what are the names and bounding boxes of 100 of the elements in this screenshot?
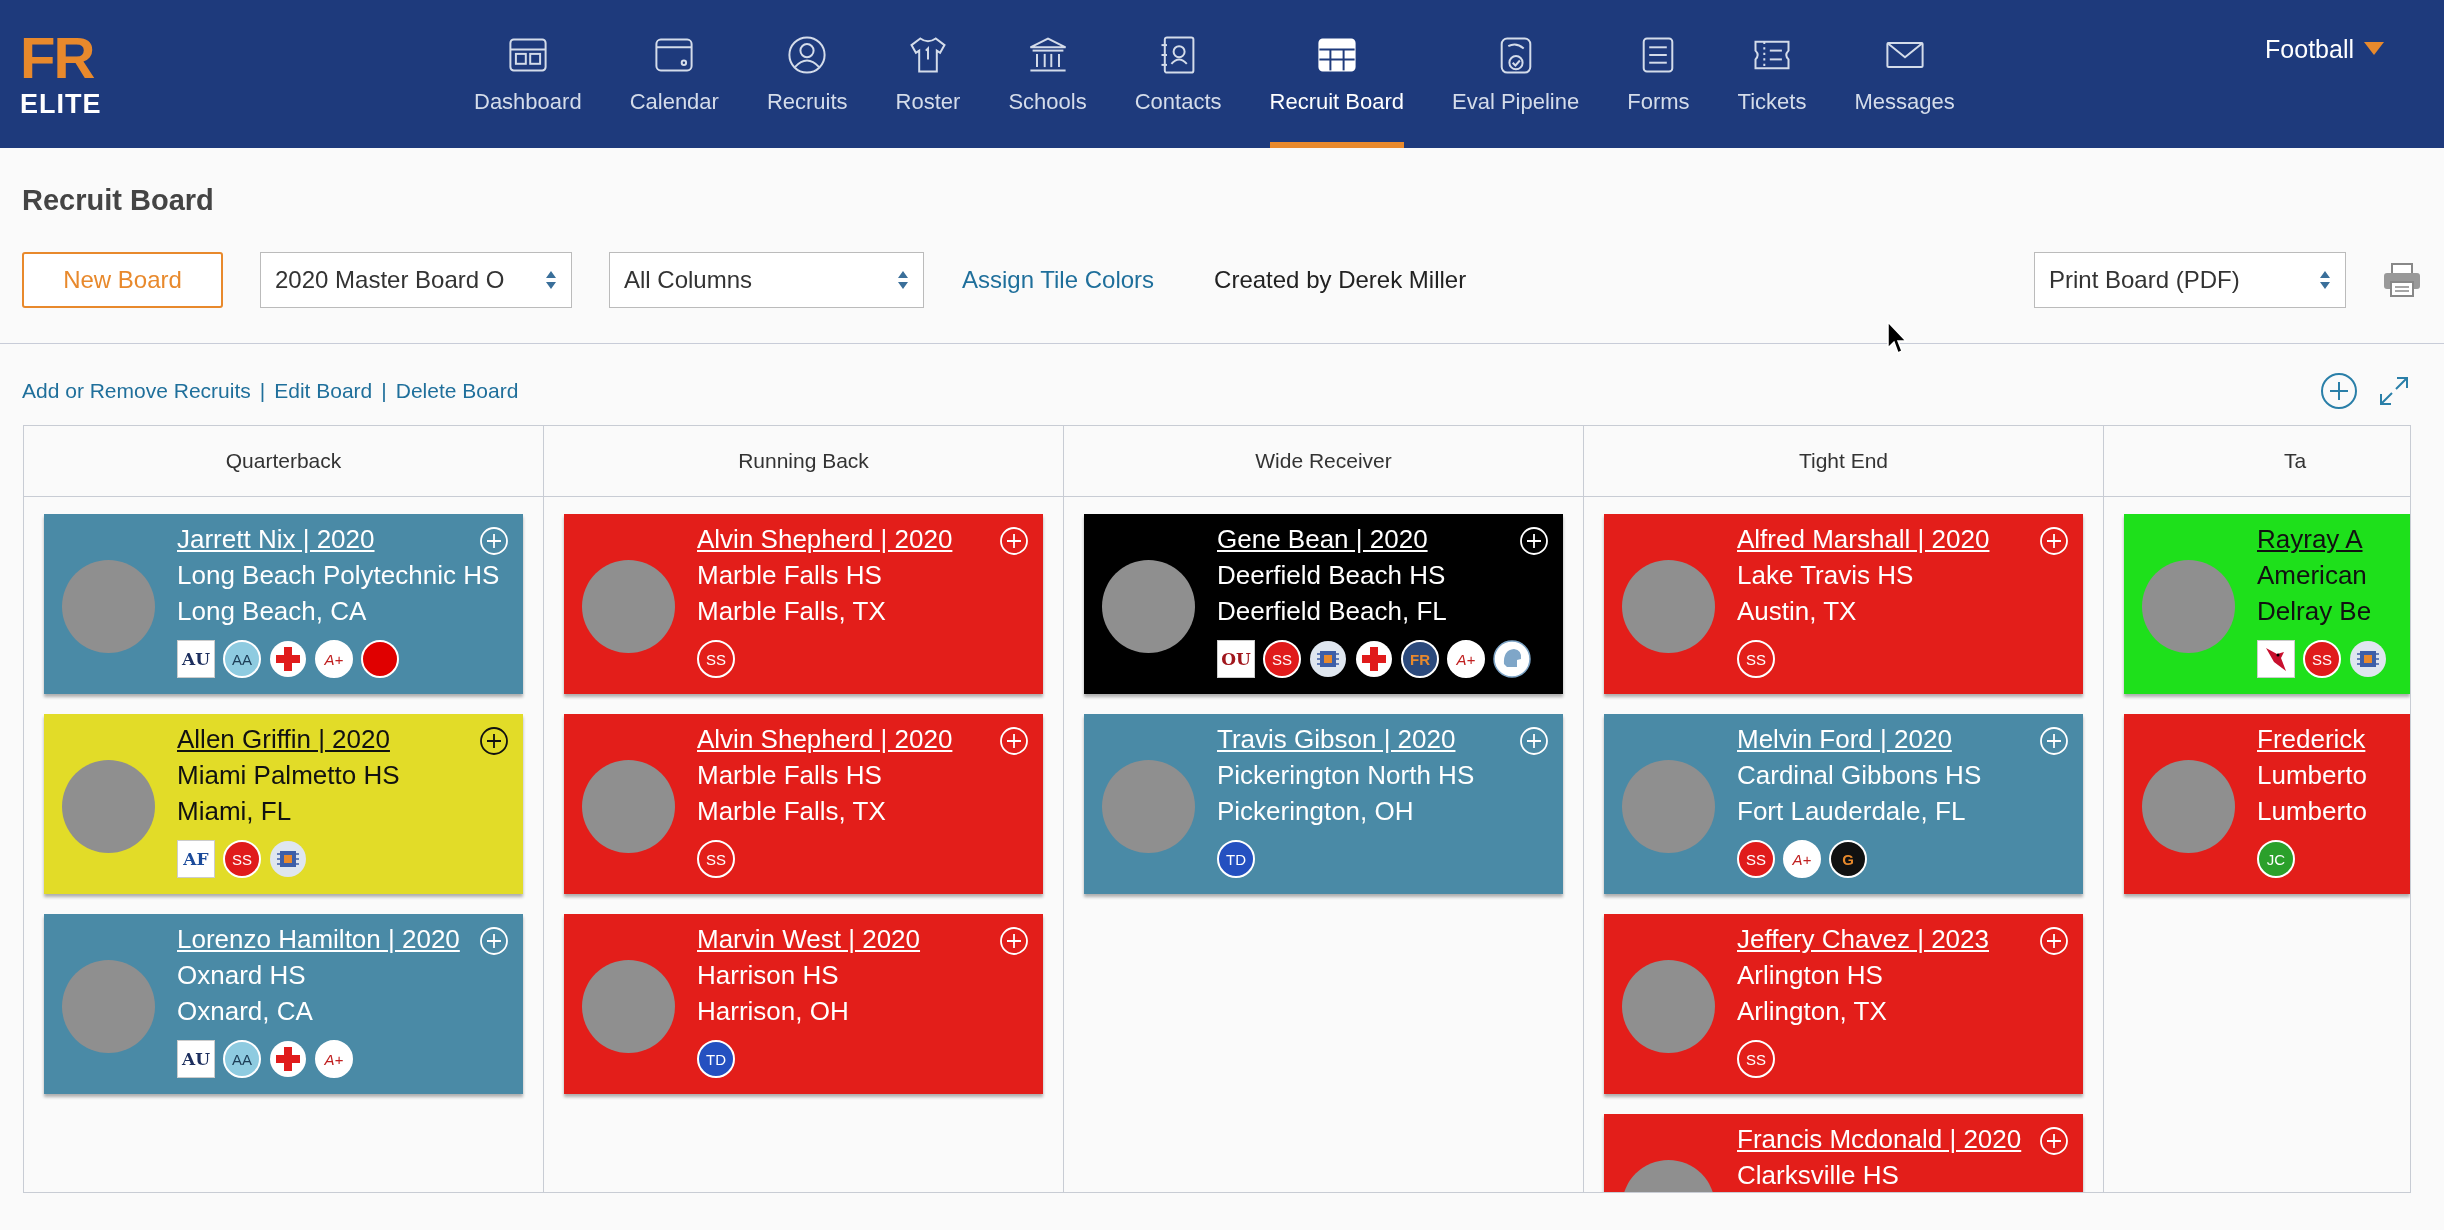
caret-icon [2364,42,2384,56]
recruit-name-link[interactable]: Gene Bean | 2020 [1217,521,1428,557]
initials-badge: SS [1737,1040,1775,1078]
initials-badge: SS [1737,640,1775,678]
column-header: Quarterback [225,449,342,473]
school-text: Lumberto [2257,759,2367,792]
city-text: Delray Be [2257,595,2372,628]
sort-caret-icon [545,270,557,290]
page-title: Recruit Board [21,183,215,217]
recruit-name-link[interactable]: Rayray A [2257,521,2363,557]
created-by-text: Created by Derek Miller [1214,266,1467,294]
columns-select[interactable]: All Columns [609,252,924,308]
grade-badge: A+ [1783,840,1821,878]
recruit-name-link[interactable]: Alfred Marshall | 2020 [1737,521,1990,557]
nav-tab[interactable]: Eval Pipeline [1452,0,1580,148]
initials-badge: SS [697,840,735,878]
city-text: Deerfield Beach, FL [1217,595,1447,628]
recruit-name-link[interactable]: Jarrett Nix | 2020 [177,521,375,557]
recruit-card[interactable]: Gene Bean | 2020 Deerfield Beach HS Deerfield Beach, FL OU SS FR A+ [1084,514,1563,694]
sort-caret-icon [897,270,909,290]
nav-tab[interactable]: Forms [1627,0,1690,148]
nav-tab[interactable]: Contacts [1134,0,1222,148]
cross-icon [269,1040,307,1078]
recruit-card[interactable]: Melvin Ford | 2020 Cardinal Gibbons HS Fort Lauderdale, FL SS A+ G [1604,714,2083,894]
team-logo: AF [177,840,215,878]
school-text: Clarksville HS [1737,1159,1899,1192]
recruit-name-link[interactable]: Alvin Shepherd | 2020 [697,721,953,757]
initials-badge: SS [1737,840,1775,878]
board-link[interactable]: Edit Board [274,379,373,403]
initials-badge: AA [223,640,261,678]
city-text: Long Beach, CA [177,595,367,628]
recruit-name-link[interactable]: Marvin West | 2020 [697,921,921,957]
add-circle-icon[interactable] [479,726,509,756]
school-text: Long Beach Polytechnic HS [177,559,500,592]
nav-tab[interactable]: Schools [1008,0,1087,148]
initials-badge: TD [1217,840,1255,878]
chip-icon [269,840,307,878]
recruit-card[interactable]: Jeffery Chavez | 2023 Arlington HS Arlington, TX SS [1604,914,2083,1094]
chip-icon [1309,640,1347,678]
school-text: American [2257,559,2367,592]
recruit-name-link[interactable]: Alvin Shepherd | 2020 [697,521,953,557]
recruit-card[interactable]: Allen Griffin | 2020 Miami Palmetto HS Miami, FL AF SS [44,714,523,894]
column-header: Ta [2284,449,2307,473]
recruit-name-link[interactable]: Frederick [2257,721,2366,757]
nav-tab[interactable]: Dashboard [474,0,582,148]
recruit-card[interactable]: Alvin Shepherd | 2020 Marble Falls HS Marble Falls, TX SS [564,714,1043,894]
nav-tab[interactable]: Recruits [766,0,848,148]
recruit-card[interactable]: Jarrett Nix | 2020 Long Beach Polytechnic HS Long Beach, CA AU AA A+ [44,514,523,694]
school-text: Lake Travis HS [1737,559,1914,592]
recruit-name-link[interactable]: Lorenzo Hamilton | 2020 [177,921,460,957]
initials-badge: JC [2257,840,2295,878]
city-text: Fort Lauderdale, FL [1737,795,1966,828]
board-link[interactable]: Delete Board [395,379,519,403]
nav-tab[interactable]: Messages [1854,0,1955,148]
printer-icon[interactable] [2382,262,2422,298]
print-select[interactable]: Print Board (PDF) [2034,252,2346,308]
grade-badge: A+ [1447,640,1485,678]
school-text: Marble Falls HS [697,559,882,592]
column-header: Running Back [738,449,869,473]
cross-icon [1355,640,1393,678]
nav-tab[interactable]: Roster [895,0,961,148]
recruit-card[interactable]: Rayray A American Delray Be SS [2124,514,2410,694]
recruit-card[interactable]: Frederick Lumberto Lumberto JC [2124,714,2410,894]
grade-badge: A+ [315,1040,353,1078]
expand-icon[interactable] [2378,375,2410,407]
link-separator: | [381,379,387,403]
school-text: Arlington HS [1737,959,1883,992]
nav-tab[interactable]: Tickets [1737,0,1807,148]
initials-badge: FR [1401,640,1439,678]
recruit-name-link[interactable]: Francis Mcdonald | 2020 [1737,1121,2022,1157]
initials-badge: TD [697,1040,735,1078]
school-text: Pickerington North HS [1217,759,1475,792]
assign-colors-link[interactable]: Assign Tile Colors [962,266,1155,294]
grade-badge: A+ [315,640,353,678]
city-text: Lumberto [2257,795,2367,828]
recruit-card[interactable]: Travis Gibson | 2020 Pickerington North HS Pickerington, OH TD [1084,714,1563,894]
city-text: Marble Falls, TX [697,795,886,828]
recruit-card[interactable]: Lorenzo Hamilton | 2020 Oxnard HS Oxnard, CA AU AA A+ [44,914,523,1094]
board-link[interactable]: Add or Remove Recruits [22,379,251,403]
board-select[interactable]: 2020 Master Board O [260,252,572,308]
initials-badge: SS [223,840,261,878]
recruit-name-link[interactable]: Melvin Ford | 2020 [1737,721,1952,757]
logo-word: ELITE [20,88,102,120]
school-text: Cardinal Gibbons HS [1737,759,1982,792]
city-text: Miami, FL [177,795,292,828]
recruit-name-link[interactable]: Travis Gibson | 2020 [1217,721,1456,757]
school-text: Deerfield Beach HS [1217,559,1446,592]
recruit-name-link[interactable]: Allen Griffin | 2020 [177,721,390,757]
recruit-name-link[interactable]: Jeffery Chavez | 2023 [1737,921,1989,957]
nav-tab[interactable]: Calendar [629,0,719,148]
initials-badge: AA [223,1040,261,1078]
initials-badge: SS [2303,640,2341,678]
recruit-card[interactable]: Francis Mcdonald | 2020 Clarksville HS [1604,1114,2083,1192]
sport-dropdown[interactable]: Football [2265,34,2384,64]
recruit-card[interactable]: Alvin Shepherd | 2020 Marble Falls HS Marble Falls, TX SS [564,514,1043,694]
column-header: Tight End [1798,449,1889,473]
recruit-card[interactable]: Alfred Marshall | 2020 Lake Travis HS Austin, TX SS [1604,514,2083,694]
recruit-card[interactable]: Marvin West | 2020 Harrison HS Harrison, OH TD [564,914,1043,1094]
school-text: Oxnard HS [177,959,306,992]
nav-tab[interactable]: Recruit Board [1269,0,1405,148]
